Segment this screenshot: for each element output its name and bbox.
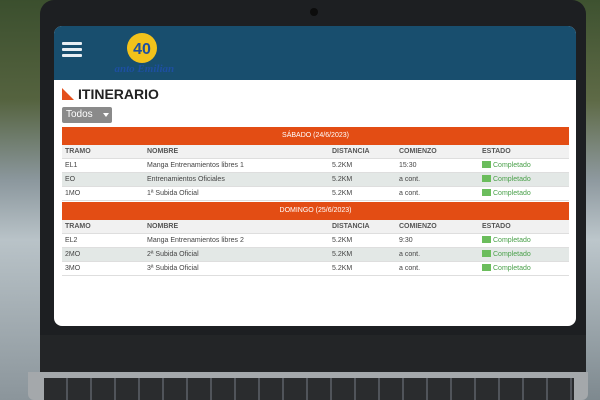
estado-label: Completado <box>493 162 531 169</box>
filter-selected-value: Todos <box>66 109 93 120</box>
col-header-distancia: DISTANCIA <box>332 223 370 230</box>
estado-cell: Completado <box>482 173 531 186</box>
flag-icon <box>482 264 491 271</box>
distancia-cell: 5.2KM <box>332 162 353 169</box>
nombre-cell: Manga Entrenamientos libres 1 <box>147 162 244 169</box>
page-title: ITINERARIO <box>78 86 159 102</box>
estado-label: Completado <box>493 237 531 244</box>
tramo-cell: 2MO <box>65 251 81 258</box>
laptop-bezel <box>40 335 586 372</box>
nombre-cell: Manga Entrenamientos libres 2 <box>147 237 244 244</box>
logo-number: 40 <box>133 41 151 58</box>
screen: 40 Santo Emiliano ITINERARIO Todos SÁBAD… <box>54 26 576 326</box>
col-header-distancia: DISTANCIA <box>332 148 370 155</box>
camera-icon <box>310 8 318 16</box>
estado-cell: Completado <box>482 248 531 261</box>
flag-icon <box>482 161 491 168</box>
estado-cell: Completado <box>482 159 531 172</box>
estado-label: Completado <box>493 265 531 272</box>
tramo-cell: EL1 <box>65 162 78 169</box>
col-header-estado: ESTADO <box>482 223 511 230</box>
tramo-cell: EO <box>65 176 76 183</box>
nombre-cell: 3ª Subida Oficial <box>147 265 199 272</box>
table-row[interactable]: 2MO 2ª Subida Oficial 5.2KM a cont. Comp… <box>62 248 569 262</box>
comienzo-cell: a cont. <box>399 251 421 258</box>
itinerary-table-day-2: DOMINGO (25/6/2023) TRAMO NOMBRE DISTANC… <box>62 202 569 276</box>
distancia-cell: 5.2KM <box>332 190 353 197</box>
table-row[interactable]: EL1 Manga Entrenamientos libres 1 5.2KM … <box>62 159 569 173</box>
table-row[interactable]: 1MO 1ª Subida Oficial 5.2KM a cont. Comp… <box>62 187 569 201</box>
estado-cell: Completado <box>482 234 531 247</box>
col-header-comienzo: COMIENZO <box>399 148 437 155</box>
flag-icon <box>482 236 491 243</box>
estado-label: Completado <box>493 190 531 197</box>
estado-label: Completado <box>493 176 531 183</box>
laptop-frame: 40 Santo Emiliano ITINERARIO Todos SÁBAD… <box>40 0 586 372</box>
flag-icon <box>482 189 491 196</box>
col-header-nombre: NOMBRE <box>147 148 179 155</box>
table-row[interactable]: EO Entrenamientos Oficiales 5.2KM a cont… <box>62 173 569 187</box>
flag-icon <box>482 175 491 182</box>
distancia-cell: 5.2KM <box>332 237 353 244</box>
distancia-cell: 5.2KM <box>332 251 353 258</box>
tramo-cell: EL2 <box>65 237 78 244</box>
distancia-cell: 5.2KM <box>332 265 353 272</box>
menu-icon[interactable] <box>62 42 82 60</box>
comienzo-cell: a cont. <box>399 176 421 183</box>
table-row[interactable]: 3MO 3ª Subida Oficial 5.2KM a cont. Comp… <box>62 262 569 276</box>
flag-icon <box>482 250 491 257</box>
col-header-estado: ESTADO <box>482 148 511 155</box>
nombre-cell: 1ª Subida Oficial <box>147 190 199 197</box>
chevron-down-icon <box>103 113 109 117</box>
col-header-tramo: TRAMO <box>65 223 91 230</box>
top-navbar: 40 Santo Emiliano <box>54 26 576 80</box>
comienzo-cell: 15:30 <box>399 162 417 169</box>
tramo-cell: 1MO <box>65 190 81 197</box>
col-header-tramo: TRAMO <box>65 148 91 155</box>
table-row[interactable]: EL2 Manga Entrenamientos libres 2 5.2KM … <box>62 234 569 248</box>
estado-label: Completado <box>493 251 531 258</box>
comienzo-cell: 9:30 <box>399 237 413 244</box>
estado-cell: Completado <box>482 187 531 200</box>
col-header-comienzo: COMIENZO <box>399 223 437 230</box>
estado-cell: Completado <box>482 262 531 275</box>
day-header: DOMINGO (25/6/2023) <box>62 202 569 220</box>
logo-name: Santo Emiliano <box>114 63 174 75</box>
table-header-row: TRAMO NOMBRE DISTANCIA COMIENZO ESTADO <box>62 220 569 234</box>
comienzo-cell: a cont. <box>399 190 421 197</box>
distancia-cell: 5.2KM <box>332 176 353 183</box>
col-header-nombre: NOMBRE <box>147 223 179 230</box>
tramo-cell: 3MO <box>65 265 81 272</box>
day-header: SÁBADO (24/6/2023) <box>62 127 569 145</box>
filter-select[interactable]: Todos <box>62 107 112 123</box>
comienzo-cell: a cont. <box>399 265 421 272</box>
keyboard <box>44 378 574 400</box>
itinerary-table-day-1: SÁBADO (24/6/2023) TRAMO NOMBRE DISTANCI… <box>62 127 569 201</box>
nombre-cell: Entrenamientos Oficiales <box>147 176 225 183</box>
logo[interactable]: 40 Santo Emiliano <box>108 30 180 76</box>
title-marker-icon <box>62 88 74 100</box>
table-header-row: TRAMO NOMBRE DISTANCIA COMIENZO ESTADO <box>62 145 569 159</box>
nombre-cell: 2ª Subida Oficial <box>147 251 199 258</box>
